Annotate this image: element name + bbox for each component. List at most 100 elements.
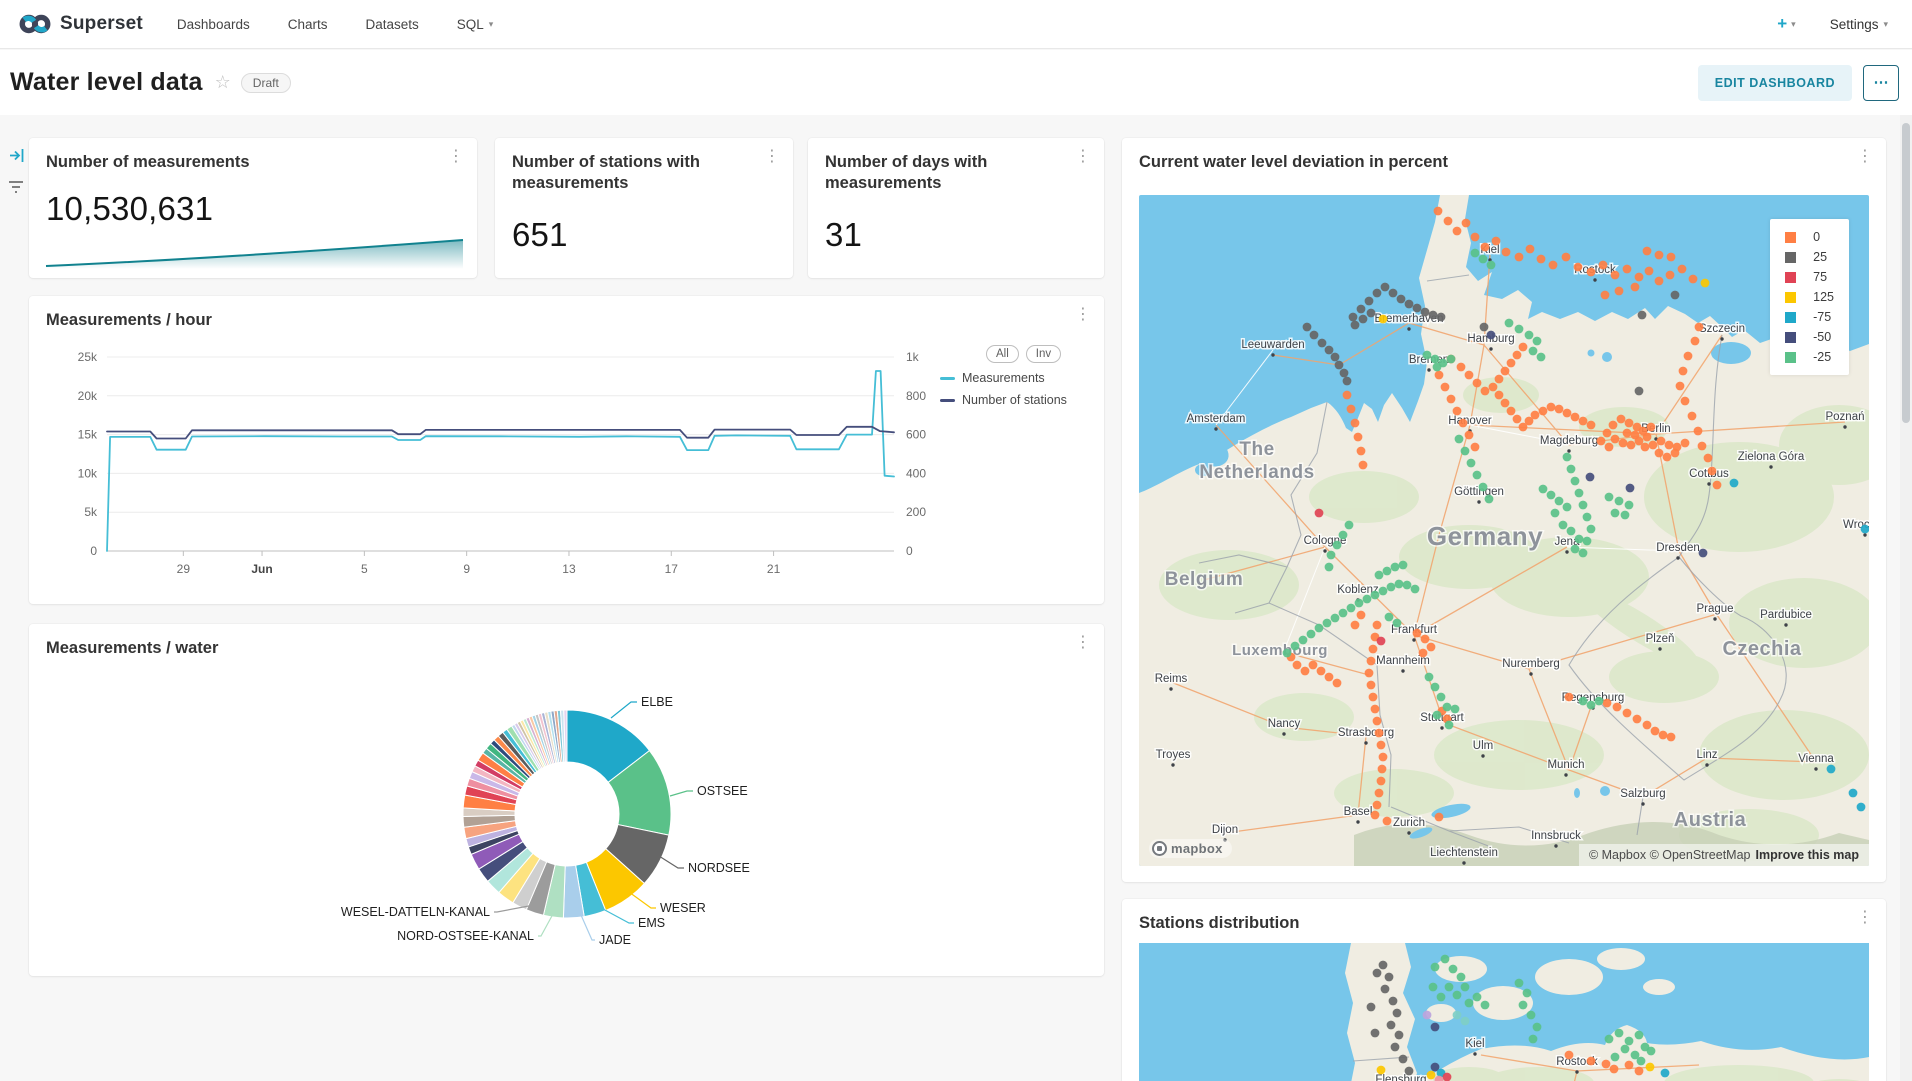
mapbox-logo[interactable]: mapbox (1149, 839, 1232, 858)
svg-text:OSTSEE: OSTSEE (697, 784, 748, 798)
legend-item[interactable]: Measurements (940, 371, 1100, 385)
kpi-card-measurements: Number of measurements ⋮ 10,530,631 (29, 138, 477, 278)
scrollbar-thumb[interactable] (1902, 123, 1910, 423)
legend-color-swatch (1785, 232, 1796, 243)
top-nav: Superset Dashboards Charts Datasets SQL▾ +▾… (0, 0, 1912, 49)
chart-title: Current water level deviation in percent (1139, 152, 1842, 173)
svg-text:200: 200 (906, 505, 926, 519)
superset-logo[interactable]: Superset (18, 13, 143, 35)
svg-text:Jun: Jun (251, 562, 272, 576)
improve-map-link[interactable]: Improve this map (1756, 848, 1860, 862)
donut-chart[interactable]: ELBEOSTSEENORDSEEWESEREMSJADENORD-OSTSEE… (29, 624, 1104, 976)
more-options-button[interactable]: ⋯ (1863, 65, 1899, 101)
favorite-star-icon[interactable]: ☆ (215, 72, 231, 93)
filter-funnel-icon[interactable] (7, 179, 25, 195)
svg-text:13: 13 (562, 562, 576, 576)
kebab-menu-icon[interactable]: ⋮ (448, 149, 464, 165)
settings-menu[interactable]: Settings▾ (1830, 17, 1888, 32)
map-canvas: TheNetherlandsBelgiumGermanyLuxembourgCz… (1139, 195, 1869, 866)
map-legend-item: 25 (1785, 250, 1834, 264)
svg-text:Hanover: Hanover (1448, 415, 1492, 427)
svg-text:17: 17 (665, 562, 679, 576)
svg-text:Magdeburg: Magdeburg (1540, 435, 1598, 447)
status-badge: Draft (241, 73, 291, 93)
hour-chart-panel: Measurements / hour ⋮ 005k20010k40015k60… (29, 296, 1104, 604)
legend-label: Number of stations (962, 393, 1067, 407)
kpi-title: Number of days with measurements (825, 152, 1060, 195)
svg-text:0: 0 (906, 544, 913, 558)
kebab-menu-icon[interactable]: ⋮ (1857, 910, 1873, 926)
kebab-menu-icon[interactable]: ⋮ (1075, 149, 1091, 165)
deviation-map-panel: Current water level deviation in percent… (1122, 138, 1886, 882)
dashboard-header: Water level data ☆ Draft EDIT DASHBOARD … (0, 50, 1912, 115)
svg-text:Troyes: Troyes (1156, 749, 1191, 761)
kebab-menu-icon[interactable]: ⋮ (1857, 149, 1873, 165)
svg-text:Vienna: Vienna (1798, 753, 1834, 765)
svg-text:NORDSEE: NORDSEE (688, 861, 750, 875)
svg-text:Germany: Germany (1427, 521, 1543, 551)
mapbox-icon (1152, 841, 1167, 856)
svg-text:Nuremberg: Nuremberg (1502, 658, 1560, 670)
deviation-map[interactable]: TheNetherlandsBelgiumGermanyLuxembourgCz… (1139, 195, 1869, 866)
svg-text:Flensburg: Flensburg (1375, 1074, 1426, 1081)
kebab-menu-icon[interactable]: ⋮ (764, 149, 780, 165)
page-title: Water level data (10, 68, 203, 97)
legend-value: 125 (1813, 290, 1834, 304)
svg-text:Basel: Basel (1344, 806, 1373, 818)
svg-text:Szczecin: Szczecin (1699, 323, 1745, 335)
map-legend-item: 125 (1785, 290, 1834, 304)
legend-value: 25 (1813, 250, 1827, 264)
new-item-button[interactable]: +▾ (1777, 14, 1795, 34)
svg-text:Dresden: Dresden (1656, 542, 1699, 554)
map-legend-item: -50 (1785, 330, 1834, 344)
svg-text:Zurich: Zurich (1393, 817, 1425, 829)
chart-title: Stations distribution (1139, 913, 1842, 934)
expand-filter-bar-icon[interactable] (9, 148, 26, 163)
nav-item-sql[interactable]: SQL▾ (457, 17, 494, 32)
svg-text:Liechtenstein: Liechtenstein (1430, 847, 1498, 859)
svg-text:Pardubice: Pardubice (1760, 609, 1812, 621)
legend-button-all[interactable]: All (986, 345, 1019, 363)
chevron-down-icon: ▾ (489, 19, 494, 30)
legend-color-swatch (1785, 332, 1796, 343)
kpi-card-days: Number of days with measurements ⋮ 31 (808, 138, 1104, 278)
svg-text:Czechia: Czechia (1722, 638, 1801, 660)
nav-item-datasets[interactable]: Datasets (365, 17, 418, 32)
line-chart: 005k20010k40015k60020k80025k1k29Jun59131… (29, 296, 1104, 604)
svg-text:Munich: Munich (1547, 759, 1584, 771)
svg-text:0: 0 (90, 544, 97, 558)
chevron-down-icon: ▾ (1883, 19, 1888, 30)
stations-map[interactable]: KielRostockFlensburg (1139, 943, 1869, 1081)
legend-color-swatch (1785, 272, 1796, 283)
svg-text:25k: 25k (78, 350, 98, 364)
map-legend-item: 0 (1785, 230, 1834, 244)
svg-text:Kiel: Kiel (1465, 1038, 1484, 1050)
svg-text:5: 5 (361, 562, 368, 576)
svg-text:21: 21 (767, 562, 781, 576)
edit-dashboard-button[interactable]: EDIT DASHBOARD (1698, 65, 1852, 101)
nav-item-charts[interactable]: Charts (288, 17, 328, 32)
scrollbar-track[interactable] (1900, 115, 1912, 1081)
svg-text:ELBE: ELBE (641, 695, 673, 709)
svg-text:Linz: Linz (1696, 749, 1717, 761)
map-legend-item: 75 (1785, 270, 1834, 284)
map-canvas: KielRostockFlensburg (1139, 943, 1869, 1081)
nav-item-dashboards[interactable]: Dashboards (177, 17, 250, 32)
legend-color-swatch (1785, 352, 1796, 363)
legend-button-inv[interactable]: Inv (1026, 345, 1061, 363)
kpi-value: 651 (512, 216, 568, 254)
legend-label: Measurements (962, 371, 1045, 385)
svg-text:WESEL-DATTELN-KANAL: WESEL-DATTELN-KANAL (341, 905, 490, 919)
kpi-value: 10,530,631 (46, 190, 213, 228)
svg-text:Netherlands: Netherlands (1199, 462, 1314, 483)
map-legend-item: -75 (1785, 310, 1834, 324)
legend-item[interactable]: Number of stations (940, 393, 1100, 407)
svg-text:Amsterdam: Amsterdam (1187, 413, 1246, 425)
legend-value: -25 (1813, 350, 1831, 364)
svg-text:Nancy: Nancy (1268, 718, 1301, 730)
kpi-value: 31 (825, 216, 862, 254)
svg-text:400: 400 (906, 466, 926, 480)
chevron-down-icon: ▾ (1791, 19, 1796, 30)
svg-text:5k: 5k (84, 505, 98, 519)
map-attribution: © Mapbox © OpenStreetMap Improve this ma… (1579, 844, 1869, 866)
